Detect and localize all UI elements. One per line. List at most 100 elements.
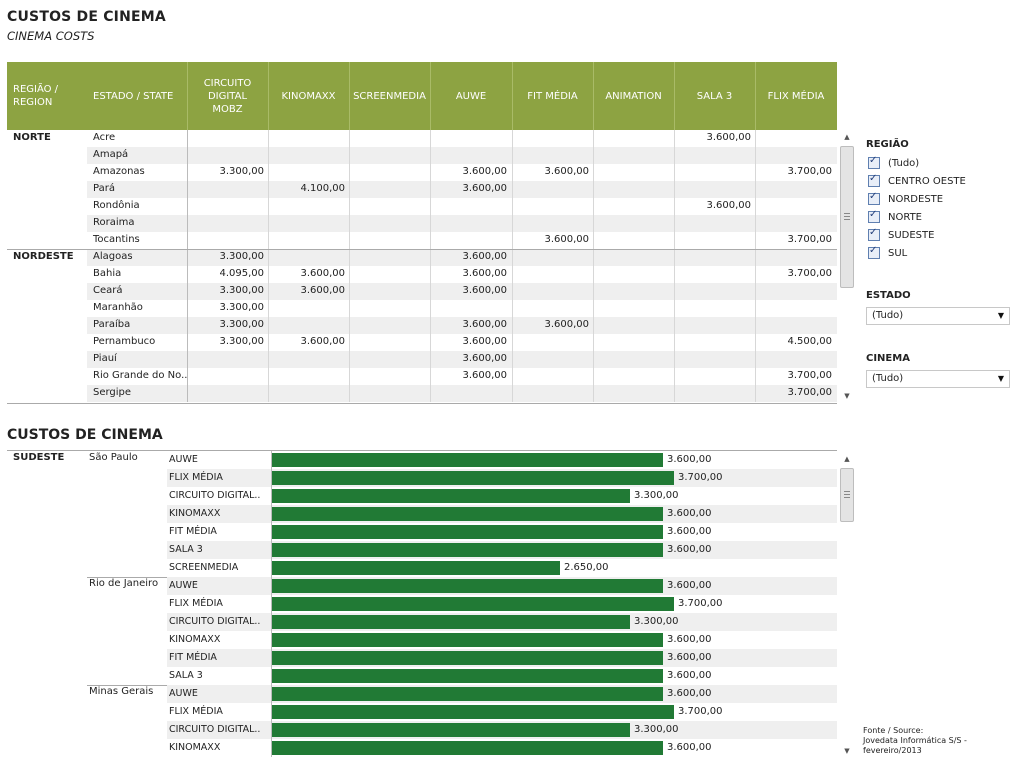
bar-value-label: 3.600,00 [667, 742, 712, 753]
bar[interactable] [272, 453, 663, 467]
bar-category-label: SALA 3 [169, 670, 203, 681]
bar[interactable] [272, 579, 663, 593]
column-gridline [512, 130, 513, 402]
regiao-option[interactable]: (Tudo) [868, 155, 919, 171]
regiao-option[interactable]: SUL [868, 245, 907, 261]
state-label: Bahia [93, 268, 122, 279]
table-row: Amapá [7, 147, 837, 164]
bar-value-label: 3.300,00 [634, 616, 679, 627]
table-cell-value: 3.600,00 [462, 166, 507, 177]
table-cell-value: 3.600,00 [300, 285, 345, 296]
column-header[interactable]: ESTADO / STATE [87, 62, 187, 130]
column-gridline [593, 130, 594, 402]
scroll-up-arrow-icon[interactable]: ▲ [839, 455, 855, 463]
column-header[interactable]: ANIMATION [593, 62, 674, 130]
bar[interactable] [272, 633, 663, 647]
bar[interactable] [272, 597, 674, 611]
scroll-up-arrow-icon[interactable]: ▲ [839, 133, 855, 141]
table-cell-value: 3.600,00 [462, 336, 507, 347]
state-label: Pará [93, 183, 115, 194]
regiao-option[interactable]: SUDESTE [868, 227, 934, 243]
chevron-down-icon[interactable]: ▼ [998, 308, 1004, 324]
bar-value-label: 2.650,00 [564, 562, 609, 573]
regiao-option-label: NORDESTE [888, 193, 944, 205]
column-divider [512, 62, 513, 130]
chart-title: CUSTOS DE CINEMA [7, 427, 163, 443]
table-scrollbar[interactable]: ▲ ▼ [839, 130, 855, 403]
column-header[interactable]: FIT MÉDIA [512, 62, 593, 130]
bar[interactable] [272, 489, 630, 503]
bar[interactable] [272, 471, 674, 485]
column-header[interactable]: AUWE [430, 62, 512, 130]
bar[interactable] [272, 507, 663, 521]
table-scroll-thumb[interactable] [840, 146, 854, 288]
bar[interactable] [272, 561, 560, 575]
table-row: Pará 4.100,00 3.600,00 [7, 181, 837, 198]
bar[interactable] [272, 651, 663, 665]
table-cell-value: 3.600,00 [300, 336, 345, 347]
column-header[interactable]: SCREENMEDIA [349, 62, 430, 130]
bar[interactable] [272, 543, 663, 557]
checkbox-checked-icon[interactable] [868, 173, 880, 187]
state-label: Roraima [93, 217, 135, 228]
checkbox-checked-icon[interactable] [868, 227, 880, 241]
checkbox-checked-icon[interactable] [868, 209, 880, 223]
bar-category-label: KINOMAXX [169, 742, 221, 753]
regiao-option[interactable]: NORDESTE [868, 191, 943, 207]
column-divider [755, 62, 756, 130]
table-cell-value: 3.700,00 [787, 234, 832, 245]
column-header[interactable]: SALA 3 [674, 62, 755, 130]
chart-state-label: Minas Gerais [89, 686, 154, 697]
table-row: Piauí 3.600,00 [7, 351, 837, 368]
table-row: Maranhão 3.300,00 [7, 300, 837, 317]
column-header[interactable]: REGIÃO / REGION [7, 62, 87, 130]
state-label: Rondônia [93, 200, 140, 211]
bar-value-label: 3.300,00 [634, 490, 679, 501]
bar[interactable] [272, 525, 663, 539]
column-gridline [430, 130, 431, 402]
scroll-down-arrow-icon[interactable]: ▼ [839, 392, 855, 400]
bar-category-label: CIRCUITO DIGITAL.. [169, 490, 261, 501]
bar-category-label: FIT MÉDIA [169, 526, 217, 537]
bar-category-label: FLIX MÉDIA [169, 706, 223, 717]
table-row: Pernambuco 3.300,00 3.600,00 3.600,00 4.500,… [7, 334, 837, 351]
bar-value-label: 3.600,00 [667, 544, 712, 555]
table-cell-value: 3.600,00 [300, 268, 345, 279]
bar[interactable] [272, 723, 630, 737]
regiao-option[interactable]: CENTRO OESTE [868, 173, 966, 189]
checkbox-checked-icon[interactable] [868, 155, 880, 169]
chart-scrollbar[interactable]: ▲ ▼ [839, 452, 855, 758]
column-header[interactable]: CIRCUITO DIGITAL MOBZ [187, 62, 268, 130]
bar-axis-line [271, 451, 272, 757]
bar[interactable] [272, 615, 630, 629]
regiao-filter-label: REGIÃO [866, 139, 909, 150]
column-header[interactable]: KINOMAXX [268, 62, 349, 130]
bar-category-label: AUWE [169, 580, 198, 591]
bar[interactable] [272, 687, 663, 701]
scroll-down-arrow-icon[interactable]: ▼ [839, 747, 855, 755]
cinema-dropdown[interactable]: (Tudo) ▼ [866, 370, 1010, 388]
table-cell-value: 3.300,00 [219, 336, 264, 347]
chart-scroll-thumb[interactable] [840, 468, 854, 522]
bar-value-label: 3.600,00 [667, 454, 712, 465]
table-cell-value: 3.700,00 [787, 166, 832, 177]
bar-category-label: AUWE [169, 688, 198, 699]
state-label: Alagoas [93, 251, 133, 262]
estado-dropdown[interactable]: (Tudo) ▼ [866, 307, 1010, 325]
estado-filter-label: ESTADO [866, 290, 911, 301]
state-label: Amazonas [93, 166, 145, 177]
bar[interactable] [272, 705, 674, 719]
column-divider [187, 62, 188, 130]
checkbox-checked-icon[interactable] [868, 191, 880, 205]
chevron-down-icon[interactable]: ▼ [998, 371, 1004, 387]
bar[interactable] [272, 741, 663, 755]
chart-state-label: Rio de Janeiro [89, 578, 159, 589]
column-header[interactable]: FLIX MÉDIA [755, 62, 837, 130]
bar[interactable] [272, 669, 663, 683]
table-header: REGIÃO / REGION ESTADO / STATE CIRCUITO DIGI… [7, 62, 837, 130]
column-divider [430, 62, 431, 130]
state-label: Rio Grande do No.. [93, 370, 188, 381]
checkbox-checked-icon[interactable] [868, 245, 880, 259]
region-label: NORDESTE [13, 251, 74, 262]
regiao-option[interactable]: NORTE [868, 209, 922, 225]
